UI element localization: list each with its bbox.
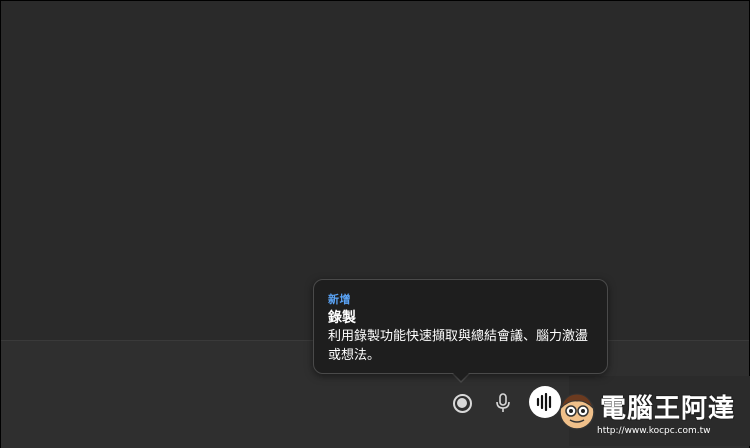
- mascot-icon: [559, 393, 595, 430]
- watermark: 電腦王阿達 http://www.kocpc.com.tw: [555, 382, 745, 444]
- watermark-url: http://www.kocpc.com.tw: [597, 426, 711, 436]
- record-button[interactable]: [450, 391, 474, 415]
- tooltip-arrow: [453, 373, 469, 381]
- microphone-button[interactable]: [491, 391, 515, 415]
- voice-waveform-icon: [536, 393, 552, 411]
- microphone-icon: [496, 393, 510, 412]
- record-icon: [452, 393, 472, 413]
- feature-tooltip: 新增 錄製 利用錄製功能快速擷取與總結會議、腦力激盪或想法。: [313, 279, 608, 374]
- tooltip-title: 錄製: [328, 310, 356, 326]
- new-badge: 新增: [328, 293, 351, 306]
- tooltip-description: 利用錄製功能快速擷取與總結會議、腦力激盪或想法。: [328, 329, 589, 363]
- watermark-brand: 電腦王阿達: [600, 394, 736, 424]
